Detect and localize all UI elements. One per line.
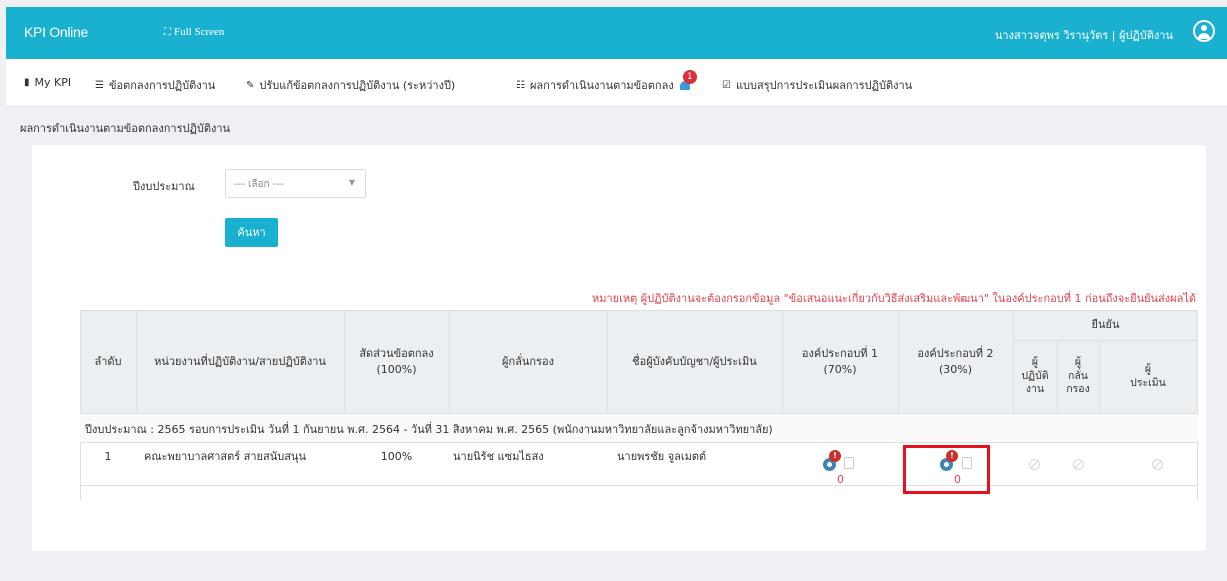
ban-icon [1073, 459, 1084, 470]
col-header-ratio-line1: สัดส่วนข้อตกลง [359, 347, 434, 361]
main-menu: ▮ My KPI ☰ ข้อตกลงการปฏิบัติงาน ✎ ปรับแก… [6, 59, 1227, 107]
group-row-label: ปีงบประมาณ : 2565 รอบการประเมิน วันที่ 1… [85, 423, 773, 436]
list-icon: ☰ [95, 79, 104, 91]
component-1-count: 0 [837, 473, 844, 486]
col-header-ratio: สัดส่วนข้อตกลง (100%) [344, 310, 449, 413]
note-text: หมายเหตุ ผู้ปฏิบัติงานจะต้องกรอกข้อมูล "… [591, 292, 1196, 305]
col-header-component-1: องค์ประกอบที่ 1 (70%) [782, 310, 898, 413]
col-header-supervisor: ชื่อผู้บังคับบัญชา/ผู้ประเมิน [632, 354, 757, 368]
col-header-component-2: องค์ประกอบที่ 2 (30%) [898, 310, 1013, 413]
file-icon[interactable] [844, 457, 854, 469]
bookmark-icon: ▮ [24, 77, 30, 88]
user-name[interactable]: นางสาวจตุพร วิรานุวัตร | ผู้ปฏิบัติงาน [995, 26, 1173, 44]
col-header-comp2-line2: (30%) [938, 362, 973, 376]
col-header-confirm-performer: ผู้ ปฏิบัติ งาน [1021, 356, 1049, 396]
check-square-icon: ☑ [722, 79, 731, 91]
col-header-confirm-evaluator: ผู้ ประเมิน [1130, 362, 1166, 389]
ban-icon [1029, 459, 1040, 470]
menu-item-label: ปรับแก้ข้อตกลงการปฏิบัติงาน (ระหว่างปี) [259, 79, 456, 92]
col-header-screener: ผู้กลั่นกรอง [502, 354, 554, 368]
menu-item-my-kpi[interactable]: ▮ My KPI [24, 76, 71, 89]
row-no: 1 [104, 450, 112, 464]
highlight-box [903, 445, 990, 494]
row-supervisor: นายพรชัย จูลเมตต์ [617, 450, 707, 464]
col-header-comp1-line1: องค์ประกอบที่ 1 [801, 347, 879, 361]
year-select-value: --- เลือก --- [234, 179, 284, 190]
menu-item-label: แบบสรุปการประเมินผลการปฏิบัติงาน [735, 79, 913, 92]
user-circle-icon[interactable] [1193, 20, 1215, 42]
col-header-no: ลำดับ [94, 354, 122, 368]
row-unit: คณะพยาบาลศาสตร์ สายสนับสนุน [144, 450, 306, 464]
col-header-confirm-screener: ผู้ กลั่น กรอง [1066, 356, 1090, 396]
results-table: ลำดับ หน่วยงานที่ปฏิบัติงาน/สายปฏิบัติงา… [80, 310, 1198, 500]
year-select[interactable]: --- เลือก --- ▼ [225, 169, 366, 198]
expand-icon: ⛶ [164, 26, 171, 38]
ban-icon [1152, 459, 1163, 470]
top-navbar: KPI Online ⛶ Full Screen นางสาวจตุพร วิร… [6, 7, 1227, 59]
col-header-comp2-line1: องค์ประกอบที่ 2 [917, 347, 994, 361]
menu-item-label: ข้อตกลงการปฏิบัติงาน [108, 79, 216, 92]
col-header-confirm: ยืนยัน [1091, 318, 1120, 332]
warning-badge: ! [829, 450, 841, 462]
menu-item-label: ผลการดำเนินงานตามข้อตกลง [529, 79, 674, 92]
page-title: ผลการดำเนินงานตามข้อตกลงการปฏิบัติงาน [20, 122, 231, 135]
fullscreen-label: Full Screen [174, 26, 225, 38]
component-1-settings-button[interactable]: ! [823, 450, 841, 474]
menu-item-agreement[interactable]: ☰ ข้อตกลงการปฏิบัติงาน [95, 76, 215, 94]
menu-item-results[interactable]: ☷ ผลการดำเนินงานตามข้อตกลง 1 [516, 70, 697, 94]
col-header-ratio-line2: (100%) [376, 362, 417, 376]
row-screener: นายนิรัช แซมไธสง [453, 450, 544, 464]
notification-badge: 1 [682, 70, 697, 84]
col-header-unit: หน่วยงานที่ปฏิบัติงาน/สายปฏิบัติงาน [154, 354, 326, 368]
content-card: ปีงบประมาณ --- เลือก --- ▼ ค้นหา หมายเหต… [32, 145, 1206, 551]
bell-icon[interactable]: 1 [679, 70, 697, 91]
chevron-down-icon: ▼ [348, 178, 355, 187]
year-label: ปีงบประมาณ [133, 180, 195, 193]
fullscreen-button[interactable]: ⛶ Full Screen [164, 26, 224, 38]
menu-item-adjust-agreement[interactable]: ✎ ปรับแก้ข้อตกลงการปฏิบัติงาน (ระหว่างปี… [246, 76, 455, 94]
menu-item-label: My KPI [34, 76, 72, 89]
brand-logo[interactable]: KPI Online [24, 24, 88, 40]
col-header-comp1-line2: (70%) [823, 362, 857, 376]
search-button[interactable]: ค้นหา [225, 218, 278, 247]
menu-item-summary[interactable]: ☑ แบบสรุปการประเมินผลการปฏิบัติงาน [722, 76, 912, 94]
row-ratio: 100% [380, 450, 413, 464]
eraser-icon: ✎ [246, 79, 255, 91]
list-ul-icon: ☷ [516, 79, 525, 91]
